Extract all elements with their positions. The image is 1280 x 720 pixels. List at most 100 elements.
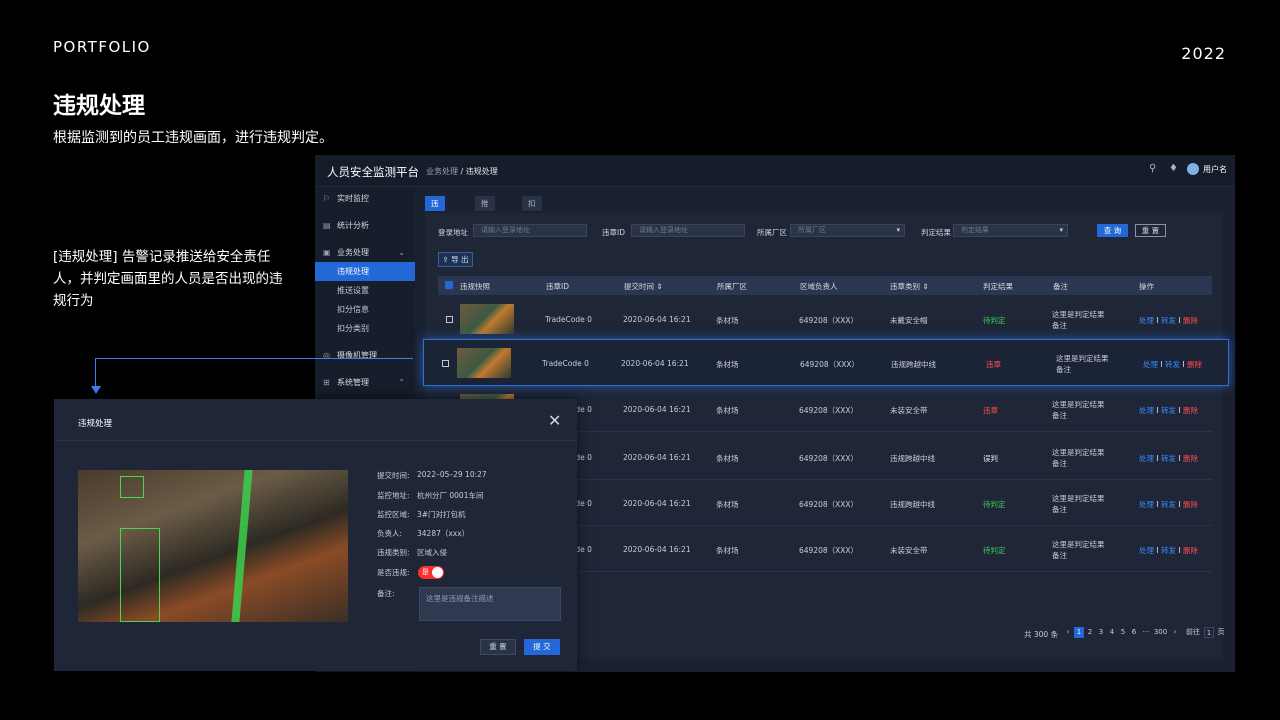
tab-violation[interactable]: 违规处理 × [425,196,445,268]
forward-link[interactable]: 转发 [1161,454,1176,463]
sidebar-item-deduct-type[interactable]: 扣分类别 [315,319,415,338]
forward-link[interactable]: 转发 [1161,316,1176,325]
breadcrumb: 业务处理 / 违规处理 [426,166,498,177]
page-5[interactable]: 5 [1118,627,1128,638]
row-type: 未装安全带 [890,546,928,555]
login-input[interactable]: 请输入登录地址 [473,224,587,237]
next-page-icon[interactable]: › [1170,627,1180,638]
sidebar-item-push[interactable]: 推送设置 [315,281,415,300]
tab-deduct[interactable]: 扣分信息 × [522,196,542,268]
handle-link[interactable]: 处理 [1139,500,1154,509]
highlighted-row[interactable]: TradeCode 0 2020-06-04 16:21 条材场 649208（… [423,339,1229,386]
close-icon[interactable]: ✕ [548,411,561,430]
modal-reset-button[interactable]: 重 置 [480,639,516,655]
prev-page-icon[interactable]: ‹ [1063,627,1073,638]
chart-icon: ▤ [323,221,331,230]
sidebar-item-system[interactable]: ⊞ 系统管理 ⌃ [315,373,415,392]
field-label: 备注: [377,589,395,598]
row-result: 违章 [986,360,1001,369]
row-note: 这里是判定结果 备注 [1056,354,1109,374]
row-snapshot[interactable] [460,304,514,334]
row-id: TradeCode 0 [542,359,589,368]
page-2[interactable]: 2 [1085,627,1095,638]
sidebar-item-violation[interactable]: 违规处理 [315,262,415,281]
row-id: TradeCode 0 [545,315,592,324]
delete-link[interactable]: 删除 [1183,454,1198,463]
field-label: 是否违规: [377,568,410,577]
field-label: 违规类别: [377,548,410,557]
field-value: 3#门对打包机 [417,510,466,519]
page-subtitle: 根据监测到的员工违规画面，进行违规判定。 [53,130,333,146]
select-all-checkbox[interactable] [445,281,453,289]
delete-link[interactable]: 删除 [1183,500,1198,509]
row-type: 违规跨越中线 [891,360,936,369]
delete-link[interactable]: 删除 [1183,316,1198,325]
field-value: 区域入侵 [417,548,447,557]
goto-input[interactable]: 1 [1204,627,1214,638]
row-checkbox[interactable] [442,360,449,367]
warning-line [231,470,253,622]
query-button[interactable]: 查 询 [1097,224,1128,237]
col-id: 违章ID [546,282,569,291]
remark-textarea[interactable]: 这里是违规备注描述 [419,587,561,621]
handle-link[interactable]: 处理 [1143,360,1158,369]
handle-link[interactable]: 处理 [1139,454,1154,463]
search-icon[interactable]: ⚲ [1149,163,1156,174]
caret-down-icon: ▾ [1059,226,1063,234]
row-type: 违规跨越中线 [890,454,935,463]
user-name[interactable]: 用户名 [1203,164,1227,175]
col-result: 判定结果 [983,282,1013,291]
row-result: 待判定 [983,546,1006,555]
handle-link[interactable]: 处理 [1139,406,1154,415]
violation-toggle[interactable]: 是 [418,566,444,579]
table-header: 违规快照 违章ID 提交时间 ⇕ 所属厂区 区域负责人 违章类别 ⇕ 判定结果 … [438,276,1212,295]
id-input[interactable]: 请输入登录地址 [631,224,745,237]
area-select[interactable]: 所属厂区 ▾ [790,224,905,237]
portfolio-label: PORTFOLIO [53,38,151,56]
col-note: 备注 [1053,282,1068,291]
sidebar-item-camera[interactable]: ◎ 摄像机管理 [315,346,415,365]
delete-link[interactable]: 删除 [1183,546,1198,555]
page-6[interactable]: 6 [1129,627,1139,638]
forward-link[interactable]: 转发 [1161,406,1176,415]
caret-down-icon: ▾ [896,226,900,234]
field-label: 监控地址: [377,491,410,500]
tab-push[interactable]: 推送设置 × [475,196,495,268]
sidebar-item-stats[interactable]: ▤ 统计分析 [315,216,415,235]
row-time: 2020-06-04 16:21 [623,499,691,508]
col-type[interactable]: 违章类别 ⇕ [890,281,929,292]
handle-link[interactable]: 处理 [1139,316,1154,325]
export-button[interactable]: ⇪ 导 出 [438,252,473,267]
flag-icon: ⚐ [323,194,331,203]
page-3[interactable]: 3 [1096,627,1106,638]
sidebar-item-realtime[interactable]: ⚐ 实时监控 [315,189,415,208]
modal-submit-button[interactable]: 提 交 [524,639,560,655]
handle-link[interactable]: 处理 [1139,546,1154,555]
row-owner: 649208（XXX） [799,316,859,325]
page-4[interactable]: 4 [1107,627,1117,638]
upload-icon: ⇪ [442,255,452,264]
reset-button[interactable]: 重 置 [1135,224,1166,237]
forward-link[interactable]: 转发 [1161,500,1176,509]
bell-icon[interactable]: ♦ [1169,163,1178,174]
violation-snapshot[interactable] [78,470,348,622]
table-row[interactable]: TradeCode 0 2020-06-04 16:21 条材场 649208（XXX… [438,296,1212,342]
row-owner: 649208（XXX） [799,500,859,509]
page-ellipsis[interactable]: ··· [1140,627,1152,638]
sidebar-item-deduct-info[interactable]: 扣分信息 [315,300,415,319]
col-time[interactable]: 提交时间 ⇕ [624,281,663,292]
page-300[interactable]: 300 [1153,627,1168,638]
delete-link[interactable]: 删除 [1187,360,1202,369]
sidebar-item-business[interactable]: ▣ 业务处理 ⌄ [315,243,415,262]
avatar[interactable] [1187,163,1199,175]
delete-link[interactable]: 删除 [1183,406,1198,415]
forward-link[interactable]: 转发 [1161,546,1176,555]
page-1[interactable]: 1 [1074,627,1084,638]
forward-link[interactable]: 转发 [1165,360,1180,369]
detection-box [120,476,144,498]
field-value: 杭州分厂 0001车间 [417,491,484,500]
breadcrumb-parent[interactable]: 业务处理 [426,167,458,176]
row-checkbox[interactable] [446,316,453,323]
result-select[interactable]: 判定结果 ▾ [953,224,1068,237]
row-snapshot[interactable] [457,348,511,378]
